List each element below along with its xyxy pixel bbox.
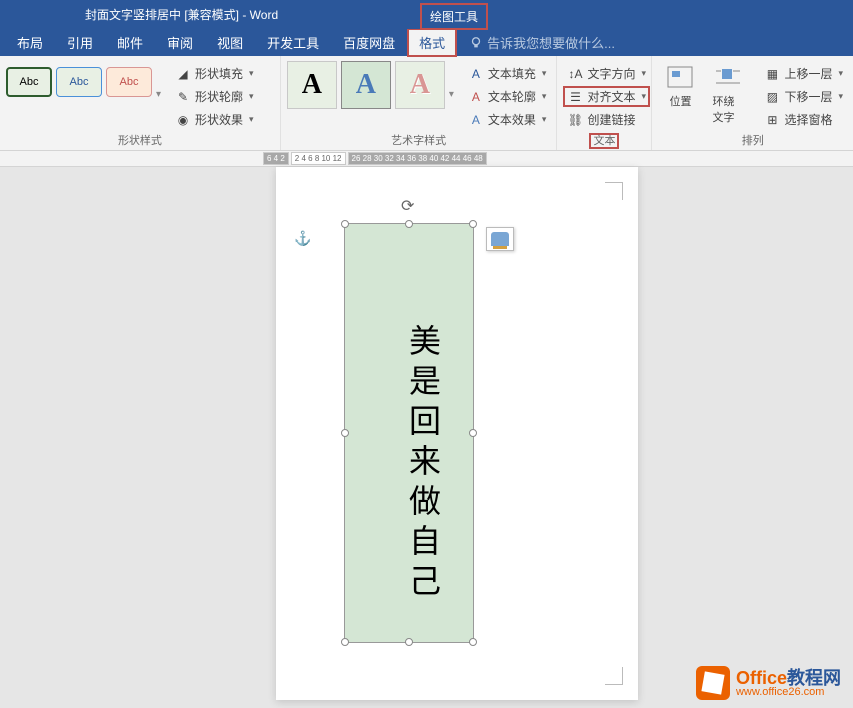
create-link-button[interactable]: ⛓创建链接 (563, 109, 650, 130)
tab-view[interactable]: 视图 (205, 28, 255, 57)
tab-review[interactable]: 审阅 (155, 28, 205, 57)
shape-effects-button[interactable]: ◉形状效果▾ (171, 109, 258, 130)
align-text-icon: ☰ (567, 89, 583, 105)
position-icon (664, 63, 696, 91)
position-button[interactable]: 位置 (658, 59, 702, 113)
wrap-text-button[interactable]: 环绕文字 (706, 59, 750, 129)
rotate-handle-icon[interactable]: ⟳ (401, 196, 417, 212)
ruler-right: 26 28 30 32 34 36 38 40 42 44 46 48 (348, 152, 487, 165)
text-fill-icon: A (468, 66, 484, 82)
tab-format[interactable]: 格式 (407, 28, 457, 57)
wrap-icon (712, 63, 744, 91)
pen-icon: ✎ (175, 89, 191, 105)
ruler-left: 6 4 2 (263, 152, 289, 165)
text-outline-button[interactable]: A文本轮廓▾ (464, 86, 551, 107)
wordart-style-2[interactable]: A (341, 61, 391, 109)
resize-handle[interactable] (341, 220, 349, 228)
ribbon: Abc Abc Abc ▾ ◢形状填充▾ ✎形状轮廓▾ ◉形状效果▾ 形状样式 … (0, 56, 853, 151)
ribbon-tabs: 布局 引用 邮件 审阅 视图 开发工具 百度网盘 格式 告诉我您想要做什么... (0, 29, 853, 56)
crop-mark-icon (605, 667, 623, 685)
text-direction-icon: ↕A (567, 66, 583, 82)
resize-handle[interactable] (469, 429, 477, 437)
gallery-more-icon[interactable]: ▾ (449, 89, 454, 100)
text-box-shape[interactable]: ⟳ 美是回来做自己 (344, 223, 474, 643)
bring-forward-icon: ▦ (764, 66, 780, 82)
gallery-more-icon[interactable]: ▾ (156, 89, 161, 100)
horizontal-ruler[interactable]: 6 4 2 2 4 6 8 10 12 26 28 30 32 34 36 38… (0, 151, 853, 167)
resize-handle[interactable] (405, 638, 413, 646)
watermark-brand: Office教程网 (736, 669, 841, 687)
group-text: ↕A文字方向▾ ☰对齐文本▾ ⛓创建链接 文本 (557, 56, 652, 150)
selection-pane-icon: ⊞ (764, 112, 780, 128)
document-title: 封面文字竖排居中 [兼容模式] - Word (85, 6, 278, 23)
link-icon: ⛓ (567, 112, 583, 128)
paint-bucket-icon: ◢ (175, 66, 191, 82)
shape-fill-button[interactable]: ◢形状填充▾ (171, 63, 258, 84)
tab-layout[interactable]: 布局 (5, 28, 55, 57)
shape-style-1[interactable]: Abc (6, 67, 52, 97)
resize-handle[interactable] (405, 220, 413, 228)
watermark-logo-icon (696, 666, 730, 700)
tab-baidu[interactable]: 百度网盘 (331, 28, 407, 57)
title-bar: 封面文字竖排居中 [兼容模式] - Word 绘图工具 (0, 0, 853, 29)
shape-style-2[interactable]: Abc (56, 67, 102, 97)
anchor-icon[interactable]: ⚓ (294, 230, 311, 247)
tab-developer[interactable]: 开发工具 (255, 28, 331, 57)
group-arrange: 位置 环绕文字 ▦上移一层▾ ▨下移一层▾ ⊞选择窗格 排列 (652, 56, 853, 150)
tab-references[interactable]: 引用 (55, 28, 105, 57)
tab-mailings[interactable]: 邮件 (105, 28, 155, 57)
ruler-mid: 2 4 6 8 10 12 (291, 152, 346, 165)
bring-forward-button[interactable]: ▦上移一层▾ (760, 63, 847, 84)
text-fill-button[interactable]: A文本填充▾ (464, 63, 551, 84)
tell-me-placeholder: 告诉我您想要做什么... (487, 33, 615, 52)
watermark: Office教程网 www.office26.com (696, 666, 841, 700)
group-label-arrange: 排列 (658, 130, 847, 150)
group-label-text: 文本 (563, 130, 645, 150)
text-effects-button[interactable]: A文本效果▾ (464, 109, 551, 130)
resize-handle[interactable] (341, 429, 349, 437)
send-backward-button[interactable]: ▨下移一层▾ (760, 86, 847, 107)
drawing-tools-context: 绘图工具 (420, 3, 488, 30)
align-text-button[interactable]: ☰对齐文本▾ (563, 86, 650, 107)
group-label-shape-styles: 形状样式 (6, 130, 274, 150)
crop-mark-icon (605, 182, 623, 200)
lightbulb-icon (469, 36, 483, 50)
tell-me-search[interactable]: 告诉我您想要做什么... (469, 33, 615, 52)
resize-handle[interactable] (469, 638, 477, 646)
text-direction-button[interactable]: ↕A文字方向▾ (563, 63, 650, 84)
resize-handle[interactable] (469, 220, 477, 228)
group-wordart-styles: A A A ▾ A文本填充▾ A文本轮廓▾ A文本效果▾ 艺术字样式 (281, 56, 558, 150)
text-effects-icon: A (468, 112, 484, 128)
wordart-style-1[interactable]: A (287, 61, 337, 109)
layout-options-icon (491, 232, 509, 246)
document-page[interactable]: ⚓ ⟳ 美是回来做自己 (276, 167, 638, 700)
resize-handle[interactable] (341, 638, 349, 646)
group-label-wordart: 艺术字样式 (287, 130, 551, 150)
textbox-content[interactable]: 美是回来做自己 (400, 324, 446, 604)
shape-outline-button[interactable]: ✎形状轮廓▾ (171, 86, 258, 107)
send-backward-icon: ▨ (764, 89, 780, 105)
group-shape-styles: Abc Abc Abc ▾ ◢形状填充▾ ✎形状轮廓▾ ◉形状效果▾ 形状样式 (0, 56, 281, 150)
watermark-url: www.office26.com (736, 687, 841, 698)
text-outline-icon: A (468, 89, 484, 105)
shape-style-3[interactable]: Abc (106, 67, 152, 97)
layout-options-button[interactable] (486, 227, 514, 251)
selection-pane-button[interactable]: ⊞选择窗格 (760, 109, 847, 130)
effects-icon: ◉ (175, 112, 191, 128)
wordart-style-3[interactable]: A (395, 61, 445, 109)
